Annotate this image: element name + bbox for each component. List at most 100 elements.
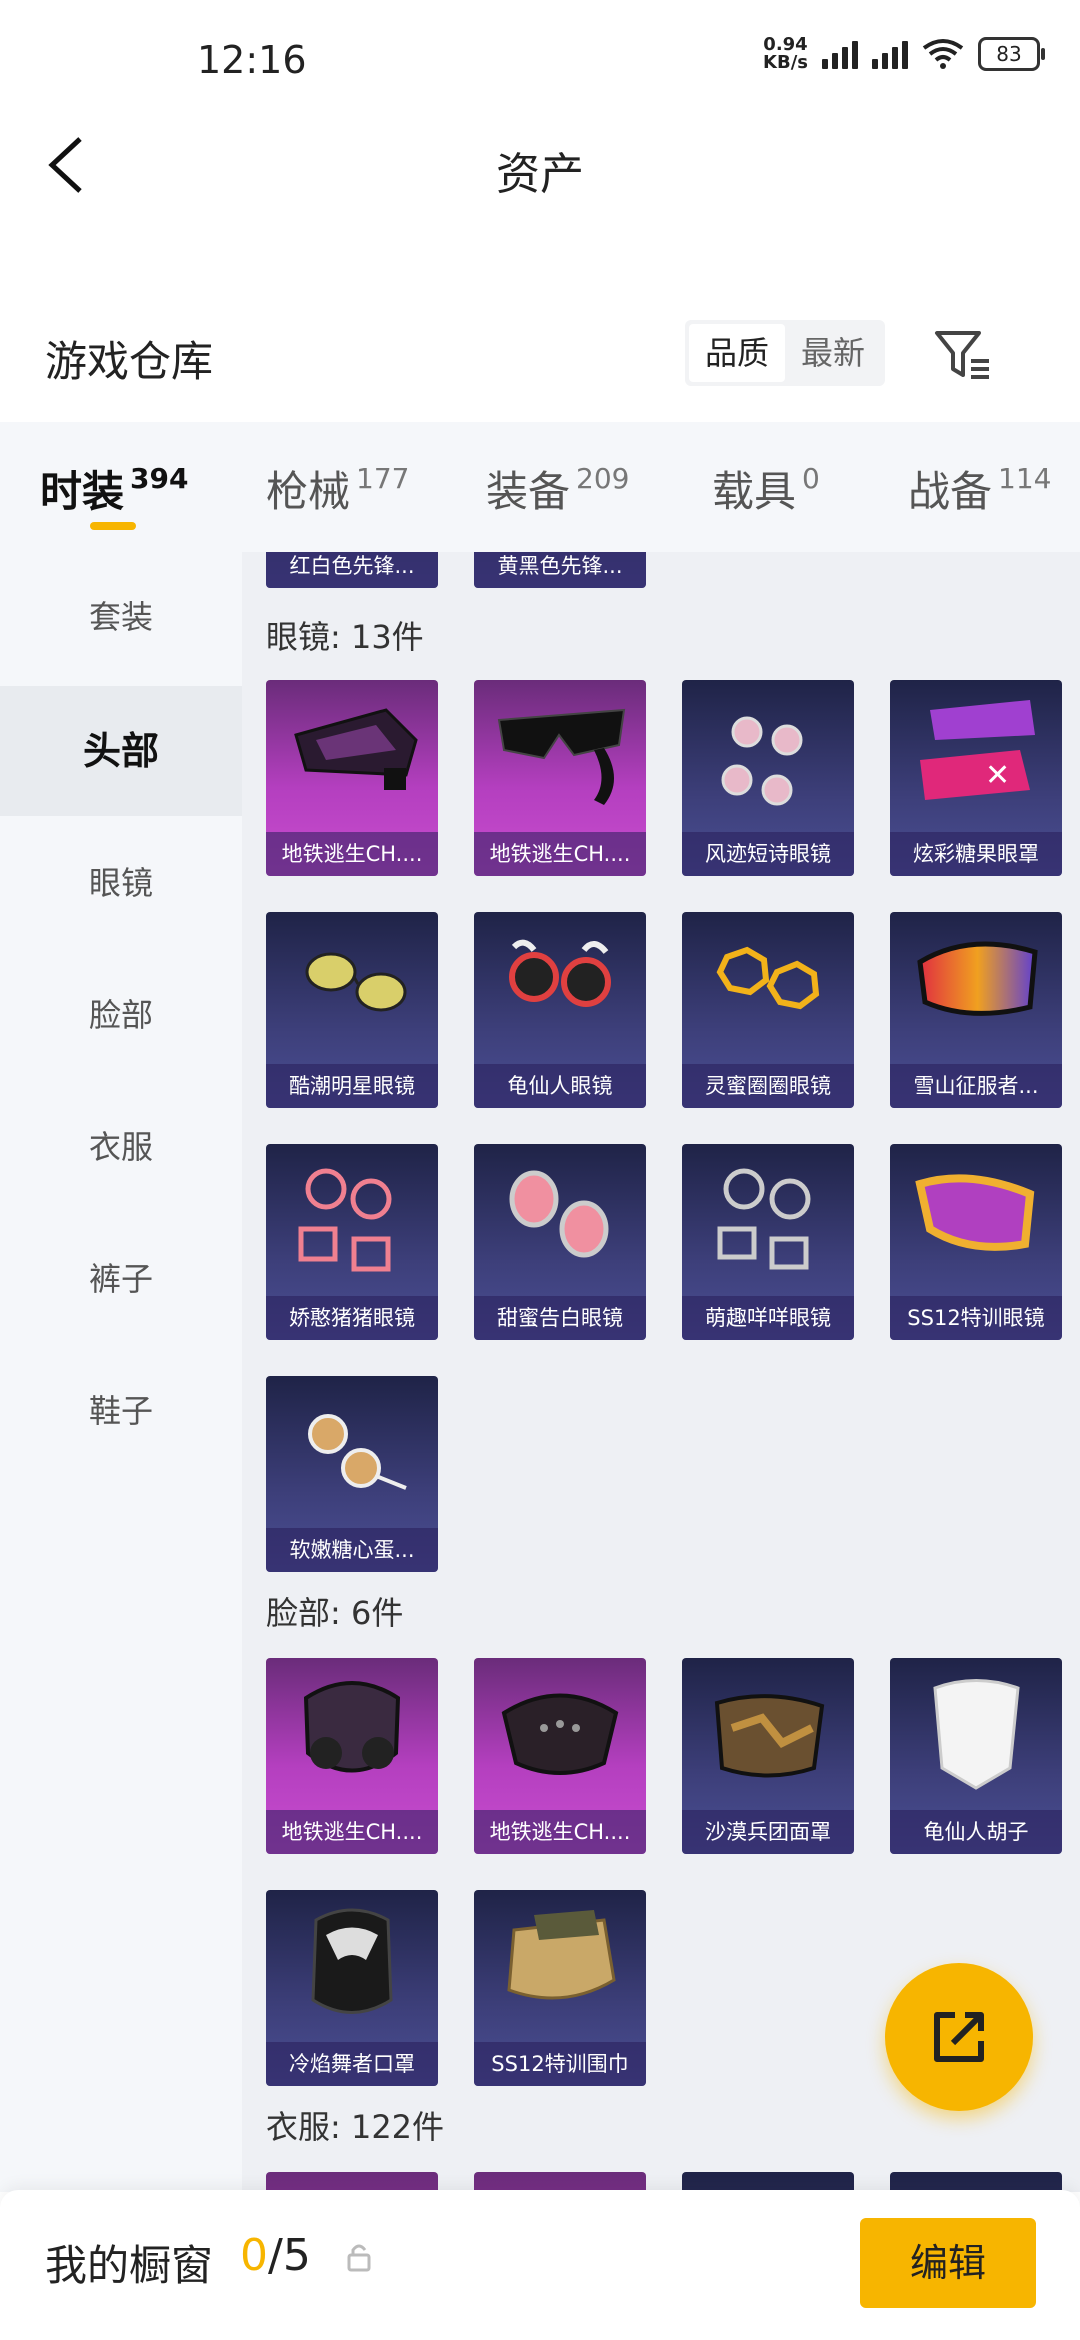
tab-label: 战备	[908, 467, 993, 516]
item-card[interactable]: 龟仙人眼镜	[474, 912, 646, 1108]
tab-label: 载具	[712, 467, 797, 516]
signal-icon	[822, 39, 858, 69]
tab-count: 177	[356, 462, 410, 495]
showcase-bar: 我的橱窗 0/5 编辑	[0, 2190, 1080, 2340]
item-name: 甜蜜告白眼镜	[474, 1296, 646, 1340]
sort-latest[interactable]: 最新	[785, 324, 881, 382]
item-card[interactable]: 萌趣咩咩眼镜	[682, 1144, 854, 1340]
item-card[interactable]: 冷焰舞者口罩	[266, 1890, 438, 2086]
showcase-current: 0	[240, 2230, 268, 2281]
candy-mask-icon: ✕	[920, 700, 1035, 800]
turtle-glasses-icon	[509, 939, 611, 1007]
item-card[interactable]: SS12特训眼镜	[890, 1144, 1062, 1340]
item-card[interactable]	[890, 2172, 1062, 2192]
sidebar-item-shoes[interactable]: 鞋子	[0, 1346, 242, 1476]
item-card[interactable]: 龟仙人胡子	[890, 1658, 1062, 1854]
battery-icon: 83	[978, 37, 1045, 71]
status-bar: 12:16 0.94 KB/s 83	[0, 0, 1080, 120]
tab-fashion[interactable]: 时装 394	[40, 458, 188, 519]
gas-mask-icon	[303, 1681, 401, 1773]
item-name: 雪山征服者...	[890, 1064, 1062, 1108]
item-card[interactable]: 地铁逃生CH....	[266, 680, 438, 876]
showcase-title: 我的橱窗	[45, 2241, 214, 2290]
showcase-total: /5	[268, 2230, 311, 2281]
item-card[interactable]	[474, 2172, 646, 2192]
item-card[interactable]: 酷潮明星眼镜	[266, 912, 438, 1108]
tab-count: 209	[576, 462, 630, 495]
item-name: 红白色先锋...	[266, 552, 438, 588]
heart-glasses-icon	[509, 1170, 609, 1258]
edit-button[interactable]: 编辑	[860, 2218, 1036, 2308]
share-button[interactable]	[885, 1963, 1033, 2111]
tab-guns[interactable]: 枪械 177	[266, 458, 409, 519]
item-card[interactable]	[682, 2172, 854, 2192]
tab-supplies[interactable]: 战备 114	[908, 458, 1051, 519]
item-card[interactable]: 地铁逃生CH....	[474, 1658, 646, 1854]
tab-equipment[interactable]: 装备 209	[486, 458, 629, 519]
item-name: 龟仙人眼镜	[474, 1064, 646, 1108]
group-title-clothes: 衣服: 122件	[266, 2108, 445, 2146]
item-name: 地铁逃生CH....	[474, 832, 646, 876]
item-name: 龟仙人胡子	[890, 1810, 1062, 1854]
section-title: 游戏仓库	[45, 337, 214, 386]
sort-quality[interactable]: 品质	[689, 324, 785, 382]
filter-button[interactable]	[930, 322, 996, 388]
item-name: 地铁逃生CH....	[266, 1810, 438, 1854]
item-name: 娇憨猪猪眼镜	[266, 1296, 438, 1340]
scarf-icon	[507, 1910, 616, 2000]
tab-count: 114	[998, 462, 1052, 495]
tab-count: 394	[130, 462, 189, 495]
beard-icon	[933, 1679, 1020, 1790]
item-name: 黄黑色先锋...	[474, 552, 646, 588]
sheep-glasses-icon	[717, 1168, 811, 1270]
item-card[interactable]: 黄黑色先锋...	[474, 552, 646, 588]
item-name: 萌趣咩咩眼镜	[682, 1296, 854, 1340]
ski-goggles-icon	[917, 941, 1038, 1016]
item-card[interactable]	[266, 2172, 438, 2192]
sidebar-item-clothes[interactable]: 衣服	[0, 1082, 242, 1212]
item-card[interactable]: 地铁逃生CH....	[474, 680, 646, 876]
desert-mask-icon	[714, 1694, 825, 1778]
item-card[interactable]: ✕ 炫彩糖果眼罩	[890, 680, 1062, 876]
sidebar-item-pants[interactable]: 裤子	[0, 1214, 242, 1344]
face-mask-icon	[501, 1693, 619, 1775]
item-card[interactable]: 甜蜜告白眼镜	[474, 1144, 646, 1340]
aviator-glasses-icon	[305, 952, 407, 1012]
tab-vehicles[interactable]: 载具 0	[712, 458, 820, 519]
sidebar-item-face[interactable]: 脸部	[0, 950, 242, 1080]
lock-icon	[347, 2244, 371, 2272]
tab-label: 枪械	[266, 467, 351, 516]
item-card[interactable]: 风迹短诗眼镜	[682, 680, 854, 876]
item-name: 冷焰舞者口罩	[266, 2042, 438, 2086]
sidebar-item-glasses[interactable]: 眼镜	[0, 818, 242, 948]
tab-indicator	[90, 522, 136, 530]
warehouse-header: 游戏仓库 品质 最新	[0, 300, 1080, 420]
group-title-face: 脸部: 6件	[266, 1594, 404, 1632]
item-card[interactable]: 灵蜜圈圈眼镜	[682, 912, 854, 1108]
item-name: 地铁逃生CH....	[474, 1810, 646, 1854]
wifi-icon	[922, 39, 964, 69]
sort-toggle: 品质 最新	[685, 320, 885, 386]
item-card[interactable]: 红白色先锋...	[266, 552, 438, 588]
egg-glasses-icon	[308, 1414, 407, 1490]
item-card[interactable]: 软嫩糖心蛋...	[266, 1376, 438, 1572]
item-card[interactable]: 娇憨猪猪眼镜	[266, 1144, 438, 1340]
network-speed: 0.94 KB/s	[763, 36, 808, 72]
sidebar-item-head[interactable]: 头部	[0, 686, 242, 816]
share-icon	[934, 2012, 984, 2062]
training-goggles-icon	[915, 1174, 1035, 1251]
item-name: SS12特训眼镜	[890, 1296, 1062, 1340]
signal-icon-2	[872, 39, 908, 69]
status-time: 12:16	[197, 38, 307, 82]
network-speed-unit: KB/s	[763, 52, 808, 73]
item-name: 炫彩糖果眼罩	[890, 832, 1062, 876]
flame-mask-icon	[311, 1908, 393, 2014]
item-card[interactable]: SS12特训围巾	[474, 1890, 646, 2086]
tab-count: 0	[802, 462, 820, 495]
item-card[interactable]: 地铁逃生CH....	[266, 1658, 438, 1854]
group-title-glasses: 眼镜: 13件	[266, 618, 424, 656]
item-card[interactable]: 雪山征服者...	[890, 912, 1062, 1108]
item-card[interactable]: 沙漠兵团面罩	[682, 1658, 854, 1854]
header: 资产	[0, 120, 1080, 220]
sidebar-item-suits[interactable]: 套装	[0, 552, 242, 682]
